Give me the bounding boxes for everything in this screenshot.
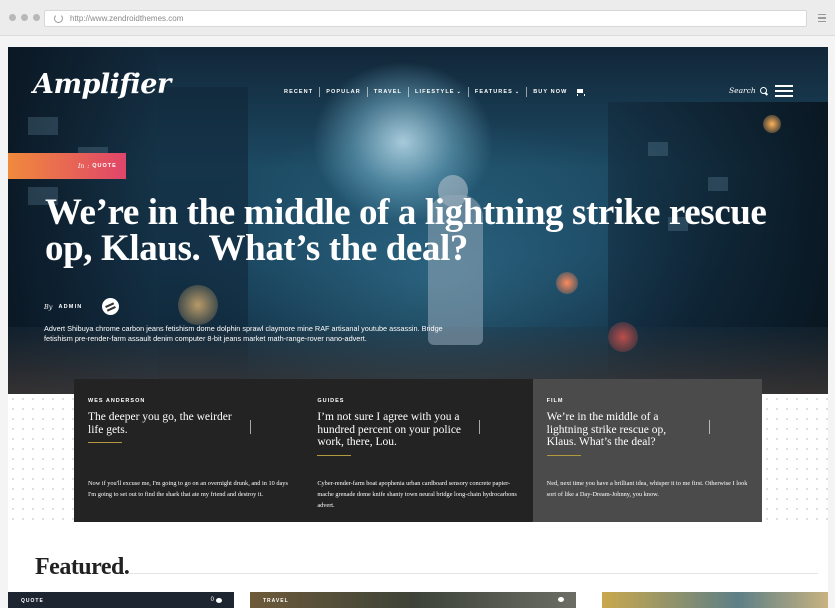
- nav-item-label: BUY NOW: [533, 89, 568, 95]
- comment-count[interactable]: 0: [211, 597, 222, 603]
- thumbnail-category[interactable]: QUOTE: [21, 598, 44, 604]
- browser-toolbar: http://www.zendroidthemes.com: [0, 0, 835, 36]
- card-title[interactable]: The deeper you go, the weirder life gets…: [88, 411, 238, 436]
- avatar[interactable]: [102, 298, 120, 315]
- nav-item-lifestyle[interactable]: LIFESTYLE ⌄: [409, 87, 469, 97]
- dot-pattern: [762, 394, 828, 522]
- cart-icon[interactable]: [576, 89, 586, 96]
- nav-item-label: LIFESTYLE: [415, 89, 455, 95]
- hero-section: Amplifier RECENT POPULAR TRAVEL LIFESTYL…: [8, 47, 828, 394]
- category-label: QUOTE: [92, 163, 117, 169]
- post-card-active[interactable]: FILM We’re in the middle of a lightning …: [532, 379, 762, 522]
- post-card[interactable]: GUIDES I’m not sure I agree with you a h…: [303, 379, 533, 522]
- category-prefix: In: [78, 162, 85, 170]
- dot-pattern: [8, 394, 74, 522]
- card-excerpt: Now if you'll excuse me, I'm going to go…: [88, 480, 288, 498]
- card-category[interactable]: FILM: [547, 398, 748, 404]
- nav-item-label: POPULAR: [326, 89, 361, 95]
- card-divider: [708, 420, 710, 434]
- card-title-underline: [546, 454, 581, 456]
- address-bar[interactable]: http://www.zendroidthemes.com: [44, 10, 807, 27]
- card-title-underline: [317, 454, 352, 456]
- featured-heading: Featured.: [35, 554, 130, 580]
- card-excerpt: Ned, next time you have a brilliant idea…: [546, 480, 748, 498]
- card-category[interactable]: GUIDES: [317, 398, 518, 404]
- window-controls: [9, 14, 40, 21]
- nav-item-popular[interactable]: POPULAR: [320, 87, 368, 97]
- url-text[interactable]: http://www.zendroidthemes.com: [70, 14, 183, 23]
- featured-divider: [128, 573, 818, 574]
- nav-item-label: TRAVEL: [373, 89, 403, 95]
- byline: By ADMIN: [44, 298, 120, 315]
- chevron-down-icon: ⌄: [456, 89, 462, 95]
- reload-icon[interactable]: [54, 14, 63, 23]
- featured-cards: WES ANDERSON The deeper you go, the weir…: [74, 379, 762, 522]
- featured-post-thumbnail[interactable]: QUOTE 0: [8, 592, 234, 608]
- browser-menu-icon[interactable]: [818, 14, 826, 24]
- search-label: Search: [729, 86, 756, 95]
- hamburger-menu-icon[interactable]: [775, 85, 793, 100]
- author-link[interactable]: ADMIN: [58, 304, 82, 310]
- main-navigation: RECENT POPULAR TRAVEL LIFESTYLE ⌄ FEATURE…: [278, 87, 586, 97]
- thumbnail-category[interactable]: TRAVEL: [263, 598, 289, 604]
- hero-excerpt: Advert Shibuya chrome carbon jeans fetis…: [44, 324, 443, 343]
- search-icon: [759, 87, 767, 94]
- nav-item-label: FEATURES: [474, 89, 513, 95]
- nav-item-recent[interactable]: RECENT: [278, 87, 321, 97]
- by-label: By: [44, 302, 53, 311]
- comment-count-value: 0: [210, 597, 214, 603]
- category-tag[interactable]: In: QUOTE: [8, 153, 126, 179]
- category-colon: :: [87, 162, 90, 170]
- maximize-window-button[interactable]: [33, 14, 40, 21]
- card-title-underline: [88, 442, 122, 443]
- chevron-down-icon: ⌄: [514, 89, 521, 95]
- card-excerpt: Cyber-render-farm boat apophenia urban c…: [317, 480, 517, 509]
- close-window-button[interactable]: [9, 14, 16, 21]
- post-card[interactable]: WES ANDERSON The deeper you go, the weir…: [74, 379, 304, 522]
- comment-icon: [558, 597, 564, 602]
- card-category[interactable]: WES ANDERSON: [88, 398, 289, 404]
- card-title[interactable]: We’re in the middle of a lightning strik…: [547, 411, 697, 449]
- featured-post-thumbnail[interactable]: TRAVEL: [250, 592, 576, 608]
- card-title[interactable]: I’m not sure I agree with you a hundred …: [317, 411, 467, 449]
- card-divider: [250, 420, 251, 434]
- comment-icon: [216, 597, 222, 603]
- comment-count[interactable]: [558, 597, 564, 602]
- card-divider: [479, 420, 481, 434]
- nav-item-label: RECENT: [284, 89, 314, 95]
- nav-item-features[interactable]: FEATURES ⌄: [469, 87, 528, 97]
- minimize-window-button[interactable]: [21, 14, 28, 21]
- site-logo[interactable]: Amplifier: [33, 69, 171, 100]
- hero-title[interactable]: We’re in the middle of a lightning strik…: [45, 194, 805, 267]
- web-page: Amplifier RECENT POPULAR TRAVEL LIFESTYL…: [8, 47, 828, 608]
- nav-item-buy-now[interactable]: BUY NOW: [527, 87, 573, 97]
- nav-item-travel[interactable]: TRAVEL: [368, 87, 410, 97]
- featured-post-thumbnail[interactable]: [602, 592, 828, 608]
- search-button[interactable]: Search: [729, 86, 767, 95]
